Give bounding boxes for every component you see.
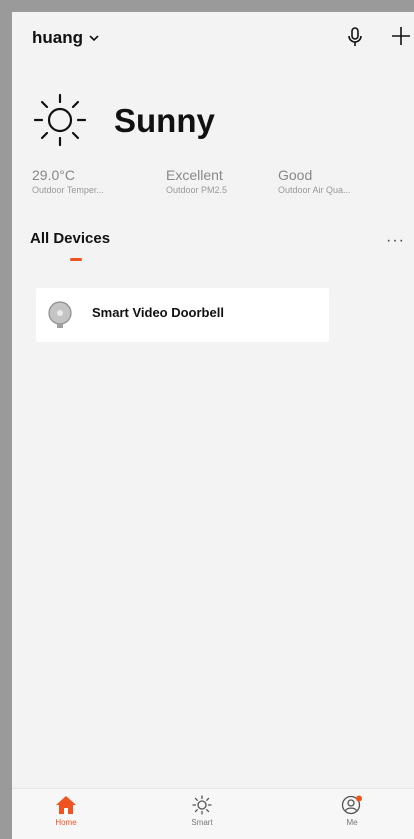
top-bar: huang bbox=[12, 12, 414, 62]
devices-header: All Devices ··· bbox=[12, 228, 414, 268]
weather-stats: 29.0°C Outdoor Temper... Excellent Outdo… bbox=[32, 167, 402, 207]
tab-smart[interactable]: Smart bbox=[172, 795, 232, 827]
smart-sun-icon bbox=[192, 795, 212, 815]
stat-label: Outdoor Air Qua... bbox=[278, 185, 351, 195]
stat-temperature: 29.0°C Outdoor Temper... bbox=[32, 167, 104, 195]
tab-home[interactable]: Home bbox=[36, 795, 96, 827]
add-icon[interactable] bbox=[390, 24, 412, 48]
doorbell-camera-icon bbox=[48, 301, 72, 328]
stat-value: Excellent bbox=[166, 167, 223, 183]
microphone-icon[interactable] bbox=[345, 26, 365, 48]
home-name: huang bbox=[32, 28, 83, 47]
more-options-icon[interactable]: ··· bbox=[386, 232, 405, 250]
device-card[interactable]: Smart Video Doorbell bbox=[36, 288, 329, 342]
bottom-tab-bar: Home Smart Me bbox=[12, 788, 414, 839]
tab-label: Home bbox=[55, 818, 77, 827]
stat-value: Good bbox=[278, 167, 313, 183]
chevron-down-icon bbox=[89, 35, 99, 42]
device-name: Smart Video Doorbell bbox=[92, 305, 224, 320]
tab-me[interactable]: Me bbox=[322, 795, 382, 827]
stat-air-quality: Good Outdoor Air Qua... bbox=[278, 167, 351, 195]
stat-value: 29.0°C bbox=[32, 167, 75, 183]
notification-dot bbox=[356, 795, 362, 802]
stat-label: Outdoor Temper... bbox=[32, 185, 104, 195]
stat-pm25: Excellent Outdoor PM2.5 bbox=[166, 167, 227, 195]
sun-icon bbox=[33, 93, 87, 147]
tab-label: Me bbox=[346, 818, 358, 827]
profile-icon bbox=[341, 795, 362, 815]
tab-label: Smart bbox=[191, 818, 213, 827]
tab-active-indicator bbox=[70, 258, 82, 261]
home-icon bbox=[56, 796, 76, 814]
tab-all-devices[interactable]: All Devices bbox=[30, 230, 110, 247]
stat-label: Outdoor PM2.5 bbox=[166, 185, 228, 195]
weather-condition: Sunny bbox=[114, 102, 215, 139]
phone-screen: huang Sunny 29.0°C Outdoor Temper... Exc… bbox=[12, 12, 414, 839]
home-switcher[interactable]: huang bbox=[32, 28, 100, 48]
weather-summary[interactable]: Sunny bbox=[32, 92, 392, 152]
